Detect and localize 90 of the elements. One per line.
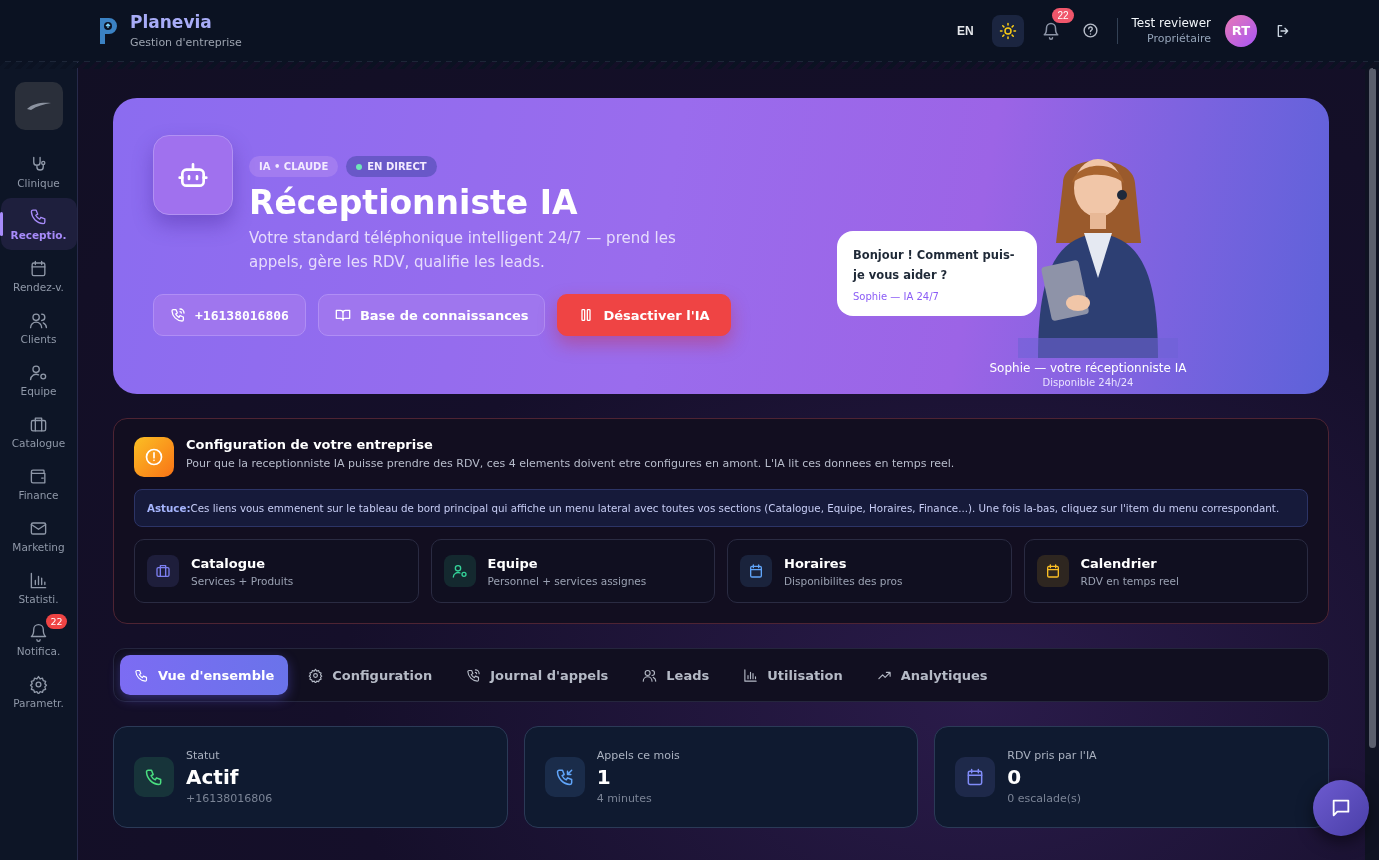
phone-icon [554,767,575,787]
calendar-icon [1044,563,1061,579]
sidebar-item[interactable]: Receptio. [0,198,77,250]
theme-button[interactable] [991,14,1024,47]
bell-icon [1041,21,1060,40]
sun-icon [998,21,1017,40]
knowledge-base-button[interactable]: Base de connaissances [317,294,546,336]
stat-detail: 0 escalade(s) [1007,792,1082,805]
status-tag: EN DIRECT [346,156,437,177]
deactivate-button[interactable]: Désactiver l'IA [557,294,731,336]
settings-icon [29,675,48,694]
brand-subtitle: Gestion d'entreprise [130,36,242,49]
setup-link-card[interactable]: Calendrier RDV en temps reel [1023,539,1308,603]
tab[interactable]: Configuration [294,655,447,695]
language-button[interactable]: EN [952,19,978,42]
stat-label: Appels ce mois [596,749,680,762]
phone-icon [466,667,482,683]
logout-icon [1275,22,1291,39]
bubble-signature: Sophie — IA 24/7 [853,291,940,302]
user-role: Propriétaire [1147,32,1211,45]
tab[interactable]: Analytiques [862,655,1002,695]
tab[interactable]: Utilisation [729,655,857,695]
stat-value: 0 [1007,765,1023,789]
users-icon [29,311,48,330]
stat-detail: +16138016806 [186,792,273,805]
sidebar-item[interactable]: Rendez-v. [0,250,77,302]
clinic-logo [14,82,63,130]
page-title: Réceptionniste IA [249,183,579,222]
card-subtitle: RDV en temps reel [1080,574,1179,587]
stat-label: Statut [186,749,221,762]
tip-banner: Astuce:Ces liens vous emmenent sur le tableau de bord principal qui affiche un menu lateral avec toutes vos sections (Catalogue, Equipe, Horaires, Finance...). Une fois la-bas, cliquez sur l'item du menu correspondant. [134,489,1308,527]
sidebar-item[interactable]: Equipe [0,354,77,406]
sidebar-item[interactable]: Clinique [0,146,77,198]
users-icon [642,667,658,683]
brand-name: Planevia [130,12,213,32]
card-subtitle: Disponibilites des pros [784,574,903,587]
card-title: Equipe [487,555,539,571]
tab[interactable]: Journal d'appels [452,655,623,695]
tab[interactable]: Leads [628,655,724,695]
stat-value: Actif [186,765,240,789]
card-subtitle: Personnel + services assignes [487,574,647,587]
scrollbar-thumb[interactable] [1368,68,1376,748]
calendar-icon [29,259,48,278]
user-name: Test reviewer [1131,16,1211,30]
calendar-icon [748,563,764,579]
notification-badge: 22 [1052,7,1074,23]
tab[interactable]: Vue d'ensemble [120,655,289,695]
briefcase-icon [29,415,48,434]
sidebar-item[interactable]: Parametr. [0,666,77,718]
stat-label: RDV pris par l'IA [1007,749,1097,762]
status-tag: IA • CLAUDE [249,156,339,177]
availability-text: Disponible 24h/24 [1042,377,1134,388]
bar-chart-icon [743,667,759,683]
setup-link-card[interactable]: Equipe Personnel + services assignes [430,539,715,603]
phone-icon [170,307,186,323]
alert-icon [144,447,164,467]
sidebar-item[interactable]: Notifica. 22 [0,614,77,666]
phone-number-button[interactable]: +16138016806 [153,294,306,336]
bar-chart-icon [29,571,48,590]
sidebar-item[interactable]: Statisti. [0,562,77,614]
chat-icon [1330,797,1352,819]
panel-description: Pour que la receptionniste IA puisse prendre des RDV, ces 4 elements doivent etre configures en amont. L'IA lit ces donnees en temps reel. [186,457,955,470]
book-icon [334,307,351,323]
sidebar-item[interactable]: Catalogue [0,406,77,458]
page-description: Votre standard téléphonique intelligent 24/7 — prend les appels, gère les RDV, qualifie les leads. [249,228,677,273]
settings-icon [308,667,324,683]
stat-detail: 4 minutes [596,792,653,805]
mail-icon [29,519,48,538]
card-subtitle: Services + Produits [191,574,294,587]
setup-link-card[interactable]: Horaires Disponibilites des pros [727,539,1012,603]
phone-icon [134,667,149,683]
card-title: Horaires [784,555,848,571]
setup-link-card[interactable]: Catalogue Services + Produits [134,539,419,603]
help-icon [1081,22,1099,39]
bell-icon [29,623,48,642]
phone-icon [144,767,164,787]
phone-icon [29,207,48,226]
notifications-button[interactable]: 22 [1037,7,1074,44]
wallet-icon [29,467,48,486]
notification-badge: 22 [46,614,67,629]
briefcase-icon [155,563,171,579]
card-title: Catalogue [191,555,267,571]
bubble-message: Bonjour ! Comment puis-je vous aider ? [853,247,1016,284]
sidebar-item[interactable]: Marketing [0,510,77,562]
card-title: Calendrier [1080,555,1158,571]
panel-title: Configuration de votre entreprise [186,437,434,452]
sidebar-item[interactable]: Clients [0,302,77,354]
stat-value: 1 [596,765,612,789]
sidebar-item[interactable]: Finance [0,458,77,510]
picture-caption: Sophie — votre réceptionniste IA [989,361,1187,375]
